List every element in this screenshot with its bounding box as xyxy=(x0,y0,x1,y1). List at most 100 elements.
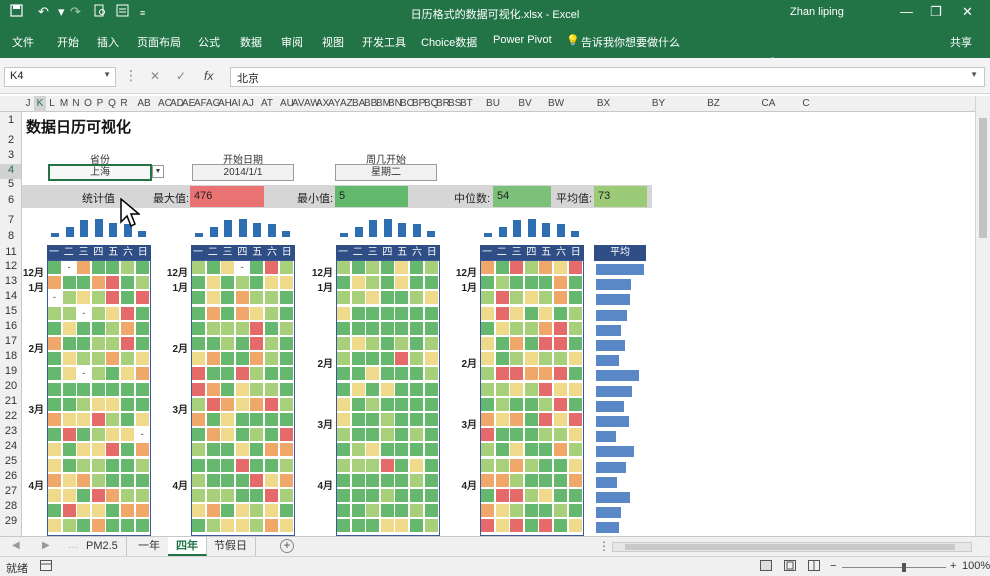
calendar-day-cell[interactable] xyxy=(192,519,206,534)
tab-view[interactable]: 视图 xyxy=(322,34,344,50)
calendar-day-cell[interactable] xyxy=(221,458,236,473)
row-header-25[interactable]: 25 xyxy=(0,455,21,470)
calendar-day-cell[interactable] xyxy=(424,321,439,336)
calendar-day-cell[interactable] xyxy=(135,337,150,351)
calendar-day-cell[interactable] xyxy=(279,306,294,321)
tab-review[interactable]: 审阅 xyxy=(281,34,303,50)
column-header-ad[interactable]: AD xyxy=(170,96,184,112)
calendar-day-cell[interactable] xyxy=(424,276,439,291)
calendar-day-cell[interactable] xyxy=(395,291,410,306)
tab-insert[interactable]: 插入 xyxy=(97,34,119,50)
calendar-day-cell[interactable] xyxy=(380,291,395,306)
column-header-bu[interactable]: BU xyxy=(472,96,514,112)
calendar-day-cell[interactable] xyxy=(568,413,583,427)
calendar-day-cell[interactable] xyxy=(410,367,424,382)
calendar-day-cell[interactable] xyxy=(265,413,279,427)
calendar-day-cell[interactable] xyxy=(77,337,92,351)
calendar-day-cell[interactable] xyxy=(77,443,92,458)
calendar-day-cell[interactable] xyxy=(337,397,351,412)
calendar-day-cell[interactable] xyxy=(221,504,236,519)
calendar-day-cell[interactable] xyxy=(62,443,77,458)
row-header-7[interactable]: 7 xyxy=(0,214,21,229)
calendar-day-cell[interactable] xyxy=(121,261,135,275)
calendar-day-cell[interactable] xyxy=(235,413,250,427)
calendar-day-cell[interactable] xyxy=(424,397,439,412)
calendar-day-cell[interactable] xyxy=(351,306,366,321)
calendar-day-cell[interactable] xyxy=(424,382,439,397)
calendar-day-cell[interactable] xyxy=(91,458,106,473)
calendar-day-cell[interactable] xyxy=(235,321,250,336)
calendar-day-cell[interactable] xyxy=(279,337,294,351)
calendar-day-cell[interactable] xyxy=(424,519,439,534)
calendar-day-cell[interactable] xyxy=(366,473,381,488)
calendar-day-cell[interactable] xyxy=(380,428,395,443)
calendar-day-cell[interactable] xyxy=(410,382,424,397)
calendar-day-cell[interactable] xyxy=(554,504,568,519)
calendar-day-cell[interactable] xyxy=(121,352,135,367)
column-header-bm[interactable]: BM xyxy=(376,96,391,112)
calendar-day-cell[interactable] xyxy=(554,291,568,306)
calendar-day-cell[interactable] xyxy=(410,458,424,473)
calendar-day-cell[interactable] xyxy=(135,397,150,412)
row-header-23[interactable]: 23 xyxy=(0,425,21,440)
calendar-day-cell[interactable] xyxy=(235,489,250,503)
column-header-bo[interactable]: BO xyxy=(400,96,414,112)
calendar-day-cell[interactable] xyxy=(265,443,279,458)
tab-data[interactable]: 数据 xyxy=(240,34,262,50)
enter-icon[interactable]: ✓ xyxy=(176,69,186,83)
calendar-day-cell[interactable] xyxy=(279,352,294,367)
calendar-day-cell[interactable] xyxy=(279,428,294,443)
calendar-day-cell[interactable] xyxy=(48,397,62,412)
calendar-day-cell[interactable] xyxy=(235,306,250,321)
calendar-day-cell[interactable] xyxy=(279,489,294,503)
calendar-day-cell[interactable] xyxy=(495,352,510,367)
calendar-day-cell[interactable] xyxy=(524,367,539,382)
more-tabs-icon[interactable]: … xyxy=(68,540,78,551)
calendar-day-cell[interactable] xyxy=(121,504,135,519)
scrollbar-thumb[interactable] xyxy=(625,544,955,550)
calendar-day-cell[interactable] xyxy=(337,413,351,427)
calendar-day-cell[interactable] xyxy=(265,473,279,488)
calendar-day-cell[interactable] xyxy=(366,458,381,473)
calendar-day-cell[interactable] xyxy=(395,382,410,397)
calendar-day-cell[interactable] xyxy=(495,337,510,351)
calendar-day-cell[interactable] xyxy=(568,489,583,503)
calendar-day-cell[interactable] xyxy=(410,291,424,306)
calendar-day-cell[interactable] xyxy=(337,261,351,275)
calendar-day-cell[interactable] xyxy=(351,276,366,291)
calendar-day-cell[interactable] xyxy=(351,489,366,503)
calendar-day-cell[interactable] xyxy=(77,261,92,275)
sheet-tab-one-year[interactable]: 一年 xyxy=(130,537,169,556)
cancel-icon[interactable]: ✕ xyxy=(150,69,160,83)
calendar-day-cell[interactable] xyxy=(62,276,77,291)
calendar-day-cell[interactable] xyxy=(351,291,366,306)
expand-formula-icon[interactable]: ▼ xyxy=(970,70,978,79)
calendar-day-cell[interactable] xyxy=(91,337,106,351)
calendar-day-cell[interactable] xyxy=(395,443,410,458)
calendar-day-cell[interactable] xyxy=(510,413,525,427)
calendar-day-cell[interactable] xyxy=(495,413,510,427)
row-header-15[interactable]: 15 xyxy=(0,305,21,320)
calendar-day-cell[interactable] xyxy=(337,489,351,503)
calendar-day-cell[interactable] xyxy=(77,458,92,473)
calendar-day-cell[interactable] xyxy=(395,321,410,336)
calendar-day-cell[interactable] xyxy=(481,321,495,336)
calendar-day-cell[interactable] xyxy=(481,489,495,503)
calendar-day-cell[interactable] xyxy=(192,413,206,427)
tab-page-layout[interactable]: 页面布局 xyxy=(137,34,181,50)
restore-button[interactable]: ❐ xyxy=(930,4,942,20)
calendar-day-cell[interactable]: - xyxy=(135,428,150,443)
calendar-day-cell[interactable] xyxy=(106,337,121,351)
column-header-ah[interactable]: AH xyxy=(218,96,232,112)
formula-input[interactable]: 北京 ▼ xyxy=(230,67,985,87)
calendar-day-cell[interactable] xyxy=(121,367,135,382)
row-header-18[interactable]: 18 xyxy=(0,350,21,365)
calendar-day-cell[interactable] xyxy=(91,352,106,367)
calendar-day-cell[interactable] xyxy=(510,489,525,503)
calendar-day-cell[interactable] xyxy=(410,306,424,321)
vertical-scrollbar[interactable] xyxy=(975,96,990,536)
calendar-day-cell[interactable] xyxy=(77,473,92,488)
calendar-day-cell[interactable]: - xyxy=(77,367,92,382)
calendar-day-cell[interactable] xyxy=(121,413,135,427)
zoom-in-button[interactable]: + xyxy=(950,560,956,572)
